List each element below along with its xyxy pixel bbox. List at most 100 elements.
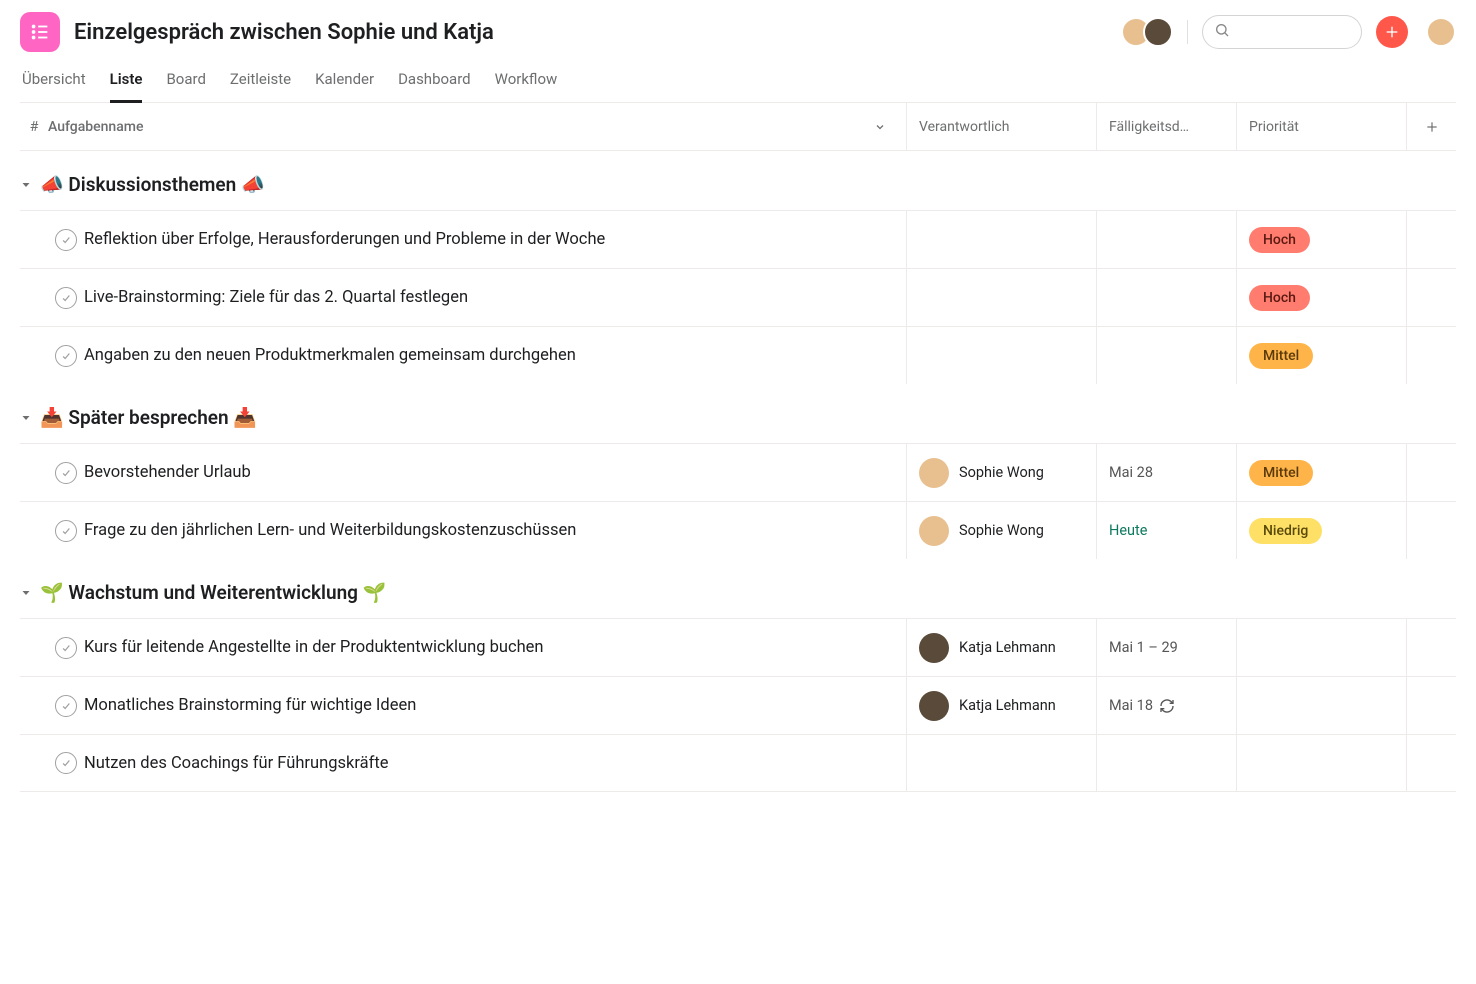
complete-checkbox[interactable]: [55, 229, 77, 251]
cell-extra: [1406, 327, 1456, 384]
caret-down-icon[interactable]: [20, 412, 32, 424]
tab-übersicht[interactable]: Übersicht: [22, 70, 86, 102]
cell-extra: [1406, 619, 1456, 676]
divider: [1187, 20, 1188, 44]
cell-extra: [1406, 211, 1456, 268]
assignee-name: Katja Lehmann: [959, 697, 1056, 714]
task-name[interactable]: Live-Brainstorming: Ziele für das 2. Qua…: [84, 288, 906, 307]
cell-assignee[interactable]: Katja Lehmann: [906, 619, 1096, 676]
column-task-name[interactable]: Aufgabenname: [48, 119, 906, 135]
task-row[interactable]: Reflektion über Erfolge, Herausforderung…: [20, 210, 1456, 268]
tab-workflow[interactable]: Workflow: [495, 70, 558, 102]
due-date: Mai 28: [1109, 464, 1153, 481]
assignee-name: Sophie Wong: [959, 522, 1044, 539]
section-title: 🌱 Wachstum und Weiterentwicklung 🌱: [40, 581, 386, 604]
cell-due-date[interactable]: [1096, 735, 1236, 791]
cell-assignee[interactable]: [906, 327, 1096, 384]
user-avatar[interactable]: [1426, 17, 1456, 47]
caret-down-icon[interactable]: [20, 179, 32, 191]
task-name[interactable]: Nutzen des Coachings für Führungskräfte: [84, 754, 906, 773]
complete-checkbox[interactable]: [55, 287, 77, 309]
cell-priority[interactable]: Mittel: [1236, 327, 1406, 384]
task-name[interactable]: Monatliches Brainstorming für wichtige I…: [84, 696, 906, 715]
column-due-date[interactable]: Fälligkeitsd…: [1096, 103, 1236, 150]
cell-priority[interactable]: Hoch: [1236, 211, 1406, 268]
tab-liste[interactable]: Liste: [110, 70, 143, 102]
search-icon: [1214, 22, 1230, 42]
cell-assignee[interactable]: Sophie Wong: [906, 502, 1096, 559]
complete-checkbox[interactable]: [55, 752, 77, 774]
tab-zeitleiste[interactable]: Zeitleiste: [230, 70, 291, 102]
cell-assignee[interactable]: [906, 735, 1096, 791]
priority-pill[interactable]: Mittel: [1249, 460, 1313, 486]
avatar: [919, 691, 949, 721]
complete-checkbox[interactable]: [55, 345, 77, 367]
section-title: 📥 Später besprechen 📥: [40, 406, 257, 429]
recurring-icon: [1159, 698, 1175, 714]
task-row[interactable]: Angaben zu den neuen Produktmerkmalen ge…: [20, 326, 1456, 384]
assignee-name: Sophie Wong: [959, 464, 1044, 481]
cell-due-date[interactable]: Heute: [1096, 502, 1236, 559]
cell-due-date[interactable]: Mai 18: [1096, 677, 1236, 734]
cell-assignee[interactable]: [906, 269, 1096, 326]
priority-pill[interactable]: Niedrig: [1249, 518, 1322, 544]
add-column-button[interactable]: [1406, 103, 1456, 150]
avatar: [919, 633, 949, 663]
cell-priority[interactable]: [1236, 677, 1406, 734]
tab-dashboard[interactable]: Dashboard: [398, 70, 471, 102]
project-list-icon[interactable]: [20, 12, 60, 52]
cell-priority[interactable]: Niedrig: [1236, 502, 1406, 559]
task-row[interactable]: Kurs für leitende Angestellte in der Pro…: [20, 618, 1456, 676]
due-date: Mai 18: [1109, 697, 1153, 714]
task-name[interactable]: Kurs für leitende Angestellte in der Pro…: [84, 638, 906, 657]
avatar: [919, 516, 949, 546]
cell-due-date[interactable]: [1096, 269, 1236, 326]
caret-down-icon[interactable]: [20, 587, 32, 599]
column-priority[interactable]: Priorität: [1236, 103, 1406, 150]
task-name[interactable]: Bevorstehender Urlaub: [84, 463, 906, 482]
cell-due-date[interactable]: Mai 28: [1096, 444, 1236, 501]
cell-assignee[interactable]: [906, 211, 1096, 268]
column-assignee[interactable]: Verantwortlich: [906, 103, 1096, 150]
tab-kalender[interactable]: Kalender: [315, 70, 374, 102]
cell-priority[interactable]: [1236, 735, 1406, 791]
cell-priority[interactable]: Hoch: [1236, 269, 1406, 326]
add-button[interactable]: [1376, 16, 1408, 48]
cell-extra: [1406, 502, 1456, 559]
priority-pill[interactable]: Hoch: [1249, 227, 1310, 253]
priority-pill[interactable]: Hoch: [1249, 285, 1310, 311]
complete-checkbox[interactable]: [55, 520, 77, 542]
due-date: Mai 1 – 29: [1109, 639, 1178, 656]
tab-board[interactable]: Board: [166, 70, 205, 102]
cell-extra: [1406, 269, 1456, 326]
complete-checkbox[interactable]: [55, 462, 77, 484]
project-title: Einzelgespräch zwischen Sophie und Katja: [74, 20, 1107, 45]
member-avatars[interactable]: [1121, 17, 1173, 47]
assignee-name: Katja Lehmann: [959, 639, 1056, 656]
task-name[interactable]: Reflektion über Erfolge, Herausforderung…: [84, 230, 906, 249]
avatar[interactable]: [1143, 17, 1173, 47]
cell-due-date[interactable]: [1096, 211, 1236, 268]
section-title: 📣 Diskussionsthemen 📣: [40, 173, 265, 196]
complete-checkbox[interactable]: [55, 637, 77, 659]
task-row[interactable]: Monatliches Brainstorming für wichtige I…: [20, 676, 1456, 734]
cell-assignee[interactable]: Sophie Wong: [906, 444, 1096, 501]
cell-assignee[interactable]: Katja Lehmann: [906, 677, 1096, 734]
task-name[interactable]: Angaben zu den neuen Produktmerkmalen ge…: [84, 346, 906, 365]
cell-due-date[interactable]: [1096, 327, 1236, 384]
task-row[interactable]: Bevorstehender Urlaub Sophie Wong Mai 28…: [20, 443, 1456, 501]
cell-priority[interactable]: Mittel: [1236, 444, 1406, 501]
priority-pill[interactable]: Mittel: [1249, 343, 1313, 369]
complete-checkbox[interactable]: [55, 695, 77, 717]
task-row[interactable]: Frage zu den jährlichen Lern- und Weiter…: [20, 501, 1456, 559]
task-row[interactable]: Nutzen des Coachings für Führungskräfte: [20, 734, 1456, 792]
due-date: Heute: [1109, 522, 1147, 539]
cell-priority[interactable]: [1236, 619, 1406, 676]
chevron-down-icon[interactable]: [874, 121, 886, 133]
cell-due-date[interactable]: Mai 1 – 29: [1096, 619, 1236, 676]
task-name[interactable]: Frage zu den jährlichen Lern- und Weiter…: [84, 521, 906, 540]
cell-extra: [1406, 735, 1456, 791]
column-row-number: #: [20, 119, 48, 135]
avatar: [919, 458, 949, 488]
task-row[interactable]: Live-Brainstorming: Ziele für das 2. Qua…: [20, 268, 1456, 326]
